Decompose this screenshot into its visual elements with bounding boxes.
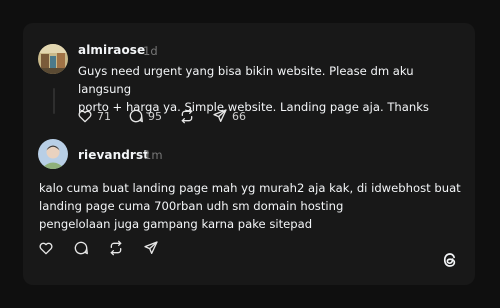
repost-icon (179, 108, 195, 124)
reply-like-button[interactable] (38, 238, 54, 258)
heart-icon (77, 108, 93, 124)
repost-button[interactable] (179, 106, 195, 126)
thread-connector-line (53, 88, 55, 114)
repost-icon (108, 240, 124, 256)
reply-count: 95 (148, 109, 162, 123)
reply-comment-button[interactable] (73, 238, 89, 258)
reply-actions (38, 238, 159, 258)
post-timestamp: 1d (143, 44, 158, 58)
post-actions: 71 95 66 (77, 106, 246, 126)
reply-text: kalo cuma buat landing page mah yg murah… (39, 181, 461, 231)
comment-icon (128, 108, 144, 124)
comment-icon (73, 240, 89, 256)
send-icon (212, 108, 228, 124)
heart-icon (38, 240, 54, 256)
send-icon (143, 240, 159, 256)
reply-timestamp: 1m (144, 148, 163, 162)
share-button[interactable]: 66 (212, 106, 246, 126)
post-username[interactable]: almiraose (78, 43, 145, 57)
reply-button[interactable]: 95 (128, 106, 162, 126)
reply-avatar[interactable] (38, 139, 68, 169)
like-count: 71 (97, 109, 111, 123)
post-avatar[interactable] (38, 44, 68, 74)
share-count: 66 (232, 109, 246, 123)
reply-repost-button[interactable] (108, 238, 124, 258)
reply-share-button[interactable] (143, 238, 159, 258)
like-button[interactable]: 71 (77, 106, 111, 126)
threads-logo-icon (441, 251, 459, 273)
reply-username[interactable]: rievandrst (78, 148, 149, 162)
